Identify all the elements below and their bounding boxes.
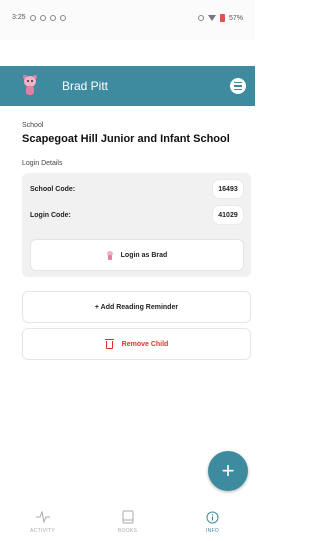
header-bar: Brad Pitt [0, 66, 255, 106]
login-details-panel: School Code: 16493 Login Code: 41029 Log… [22, 173, 251, 277]
nav-info-label: INFO [205, 528, 220, 534]
child-avatar [22, 75, 38, 96]
app-notification-icon [39, 14, 46, 21]
remove-child-label: Remove Child [121, 340, 169, 348]
add-reminder-label: + Add Reading Reminder [94, 303, 179, 311]
activity-icon [35, 510, 50, 524]
add-reading-reminder-button[interactable]: + Add Reading Reminder [22, 291, 251, 323]
status-right: 57% [197, 14, 243, 22]
school-code-row: School Code: 16493 [22, 178, 251, 200]
remove-child-button[interactable]: Remove Child [22, 328, 251, 360]
login-code-label: Login Code: [30, 211, 71, 219]
nav-activity[interactable]: ACTIVITY [0, 500, 85, 541]
login-as-child-button[interactable]: Login as Brad [30, 239, 244, 271]
school-label: School [22, 122, 44, 129]
login-code-value: 41029 [213, 206, 243, 224]
nav-activity-label: ACTIVITY [30, 528, 55, 534]
school-code-label: School Code: [30, 185, 76, 193]
add-fab-button[interactable]: + [208, 451, 248, 491]
wifi-icon [207, 15, 216, 21]
nav-info[interactable]: INFO [170, 500, 255, 541]
notification-icon-3 [59, 14, 66, 21]
child-name: Brad Pitt [62, 79, 109, 93]
login-details-label: Login Details [22, 160, 63, 167]
trash-icon [104, 338, 114, 350]
notification-icon [29, 14, 36, 21]
notification-icon-2 [49, 14, 56, 21]
alarm-icon [197, 15, 204, 21]
battery-icon [219, 14, 225, 22]
menu-button[interactable] [230, 78, 246, 94]
status-bar: 3:25 57% [0, 0, 255, 40]
login-as-label: Login as Brad [120, 251, 168, 259]
status-left: 3:25 [12, 14, 66, 21]
book-icon [121, 510, 135, 524]
plus-icon: + [221, 458, 235, 483]
school-code-value: 16493 [213, 180, 243, 198]
nav-books-label: BOOKS [117, 528, 138, 534]
school-name: Scapegoat Hill Junior and Infant School [22, 133, 230, 145]
menu-icon [234, 81, 242, 84]
battery-percent: 57% [228, 14, 243, 22]
info-icon [206, 510, 220, 524]
login-code-row: Login Code: 41029 [22, 204, 251, 226]
nav-books[interactable]: BOOKS [85, 500, 170, 541]
bottom-nav: ACTIVITY BOOKS INFO [0, 500, 255, 541]
status-time: 3:25 [12, 14, 26, 21]
child-avatar-icon [106, 250, 113, 260]
